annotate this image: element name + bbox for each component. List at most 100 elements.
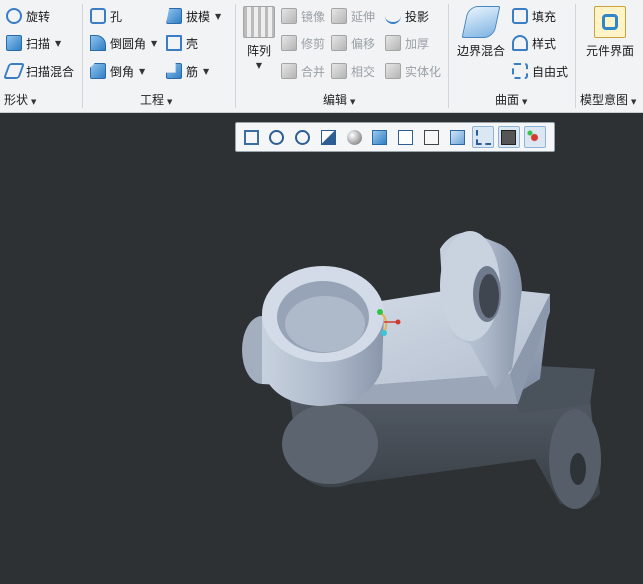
- spin-center-icon: [527, 129, 543, 145]
- round-label: 倒圆角: [110, 36, 147, 51]
- chamfer-dropdown-icon[interactable]: ▼: [139, 67, 145, 76]
- spin-center-button[interactable]: [523, 126, 546, 148]
- solidify-button[interactable]: 实体化: [385, 60, 441, 82]
- offset-button[interactable]: 偏移: [331, 32, 375, 54]
- rib-label: 筋: [186, 64, 199, 79]
- round-dropdown-icon[interactable]: ▼: [151, 39, 157, 48]
- perspective-button[interactable]: [343, 126, 365, 148]
- intersect-label: 相交: [351, 64, 376, 79]
- draft-button[interactable]: 拔模 ▼: [166, 5, 221, 27]
- component-interface-label: 元件界面: [585, 44, 634, 58]
- engineering-group: 孔 倒圆角 ▼ 倒角 ▼ 拔模 ▼ 壳 筋 ▼ 工程 ▼: [84, 0, 234, 113]
- solidify-label: 实体化: [405, 64, 442, 79]
- rib-dropdown-icon[interactable]: ▼: [203, 67, 209, 76]
- view-manager-button[interactable]: [421, 126, 443, 148]
- rib-button[interactable]: 筋 ▼: [166, 60, 209, 82]
- pattern-dropdown-icon[interactable]: ▼: [256, 61, 262, 70]
- merge-button[interactable]: 合并: [281, 60, 325, 82]
- engineering-group-title: 工程: [140, 93, 165, 107]
- boundary-blend-label: 边界混合: [456, 44, 505, 58]
- trim-button[interactable]: 修剪: [281, 32, 325, 54]
- edit-group-label[interactable]: 编辑 ▼: [323, 92, 355, 108]
- style-button[interactable]: 样式: [512, 32, 556, 54]
- sweep-icon: [6, 35, 22, 51]
- model-canvas[interactable]: [0, 114, 643, 584]
- surface-group-label[interactable]: 曲面 ▼: [495, 92, 527, 108]
- mirror-button[interactable]: 镜像: [281, 5, 325, 27]
- shell-button[interactable]: 壳: [166, 32, 198, 54]
- connector-icon: [602, 14, 618, 30]
- datum-display-icon: [475, 129, 491, 145]
- revolve-button[interactable]: 旋转: [6, 5, 50, 27]
- divider: [448, 4, 449, 108]
- boundary-blend-icon: [461, 6, 501, 38]
- thicken-icon: [385, 35, 401, 51]
- pattern-button[interactable]: 阵列 ▼: [241, 6, 277, 70]
- chamfer-icon: [90, 63, 106, 79]
- chevron-down-icon: ▼: [31, 98, 37, 106]
- ribbon: 旋转 扫描 ▼ 扫描混合 形状 ▼ 孔 倒圆角 ▼ 倒角 ▼ 拔模 ▼ 壳 筋 …: [0, 0, 643, 113]
- component-interface-icon: [594, 6, 626, 38]
- section-button[interactable]: [446, 126, 468, 148]
- style-label: 样式: [532, 36, 557, 51]
- merge-icon: [281, 63, 297, 79]
- round-button[interactable]: 倒圆角 ▼: [90, 32, 157, 54]
- view-manager-icon: [424, 129, 440, 145]
- shape-group-label[interactable]: 形状 ▼: [4, 92, 36, 108]
- refit-button[interactable]: [240, 126, 262, 148]
- sweep-button[interactable]: 扫描 ▼: [6, 32, 61, 54]
- engineering-group-label[interactable]: 工程 ▼: [140, 92, 172, 108]
- graphics-viewport[interactable]: [0, 114, 643, 584]
- freestyle-icon: [512, 63, 528, 79]
- chevron-down-icon: ▼: [522, 98, 528, 106]
- part-model[interactable]: [242, 231, 550, 406]
- component-interface-button[interactable]: 元件界面: [581, 6, 639, 59]
- sweep-dropdown-icon[interactable]: ▼: [55, 39, 61, 48]
- offset-label: 偏移: [351, 36, 376, 51]
- fill-button[interactable]: 填充: [512, 5, 556, 27]
- trim-icon: [281, 35, 297, 51]
- style-icon: [512, 35, 528, 51]
- intersect-icon: [331, 63, 347, 79]
- model-intent-group: 元件界面 模型意图 ▼: [577, 0, 643, 113]
- shell-icon: [166, 35, 182, 51]
- revolve-label: 旋转: [26, 9, 51, 24]
- datum-display-button[interactable]: [472, 126, 495, 148]
- surface-group: 边界混合 填充 样式 自由式 曲面 ▼: [450, 0, 574, 113]
- model-intent-group-title: 模型意图: [580, 93, 629, 107]
- model-intent-group-label[interactable]: 模型意图 ▼: [580, 92, 636, 108]
- freestyle-button[interactable]: 自由式: [512, 60, 568, 82]
- hole-button[interactable]: 孔: [90, 5, 122, 27]
- thicken-button[interactable]: 加厚: [385, 32, 429, 54]
- boundary-blend-button[interactable]: 边界混合: [452, 6, 510, 59]
- chevron-down-icon: ▼: [167, 98, 173, 106]
- intersect-button[interactable]: 相交: [331, 60, 375, 82]
- fill-label: 填充: [532, 9, 557, 24]
- sweep-label: 扫描: [26, 36, 51, 51]
- swept-blend-label: 扫描混合: [26, 64, 75, 79]
- project-button[interactable]: 投影: [385, 5, 429, 27]
- divider: [235, 4, 236, 108]
- revolve-icon: [6, 8, 22, 24]
- shape-group: 旋转 扫描 ▼ 扫描混合 形状 ▼: [0, 0, 80, 113]
- repaint-icon: [320, 129, 336, 145]
- edit-group-title: 编辑: [323, 93, 348, 107]
- display-style-button[interactable]: [369, 126, 391, 148]
- solidify-icon: [385, 63, 401, 79]
- extend-button[interactable]: 延伸: [331, 5, 375, 27]
- round-icon: [90, 35, 106, 51]
- extend-icon: [331, 8, 347, 24]
- swept-blend-button[interactable]: 扫描混合: [3, 60, 75, 82]
- annotation-display-button[interactable]: [497, 126, 520, 148]
- repaint-button[interactable]: [317, 126, 339, 148]
- chamfer-button[interactable]: 倒角 ▼: [90, 60, 145, 82]
- chamfer-label: 倒角: [110, 64, 135, 79]
- saved-orientations-button[interactable]: [395, 126, 417, 148]
- zoom-in-button[interactable]: [266, 126, 288, 148]
- section-icon: [449, 129, 465, 145]
- divider: [575, 4, 576, 108]
- saved-orientations-icon: [398, 129, 414, 145]
- draft-dropdown-icon[interactable]: ▼: [215, 12, 221, 21]
- surface-group-title: 曲面: [495, 93, 520, 107]
- zoom-out-button[interactable]: [292, 126, 314, 148]
